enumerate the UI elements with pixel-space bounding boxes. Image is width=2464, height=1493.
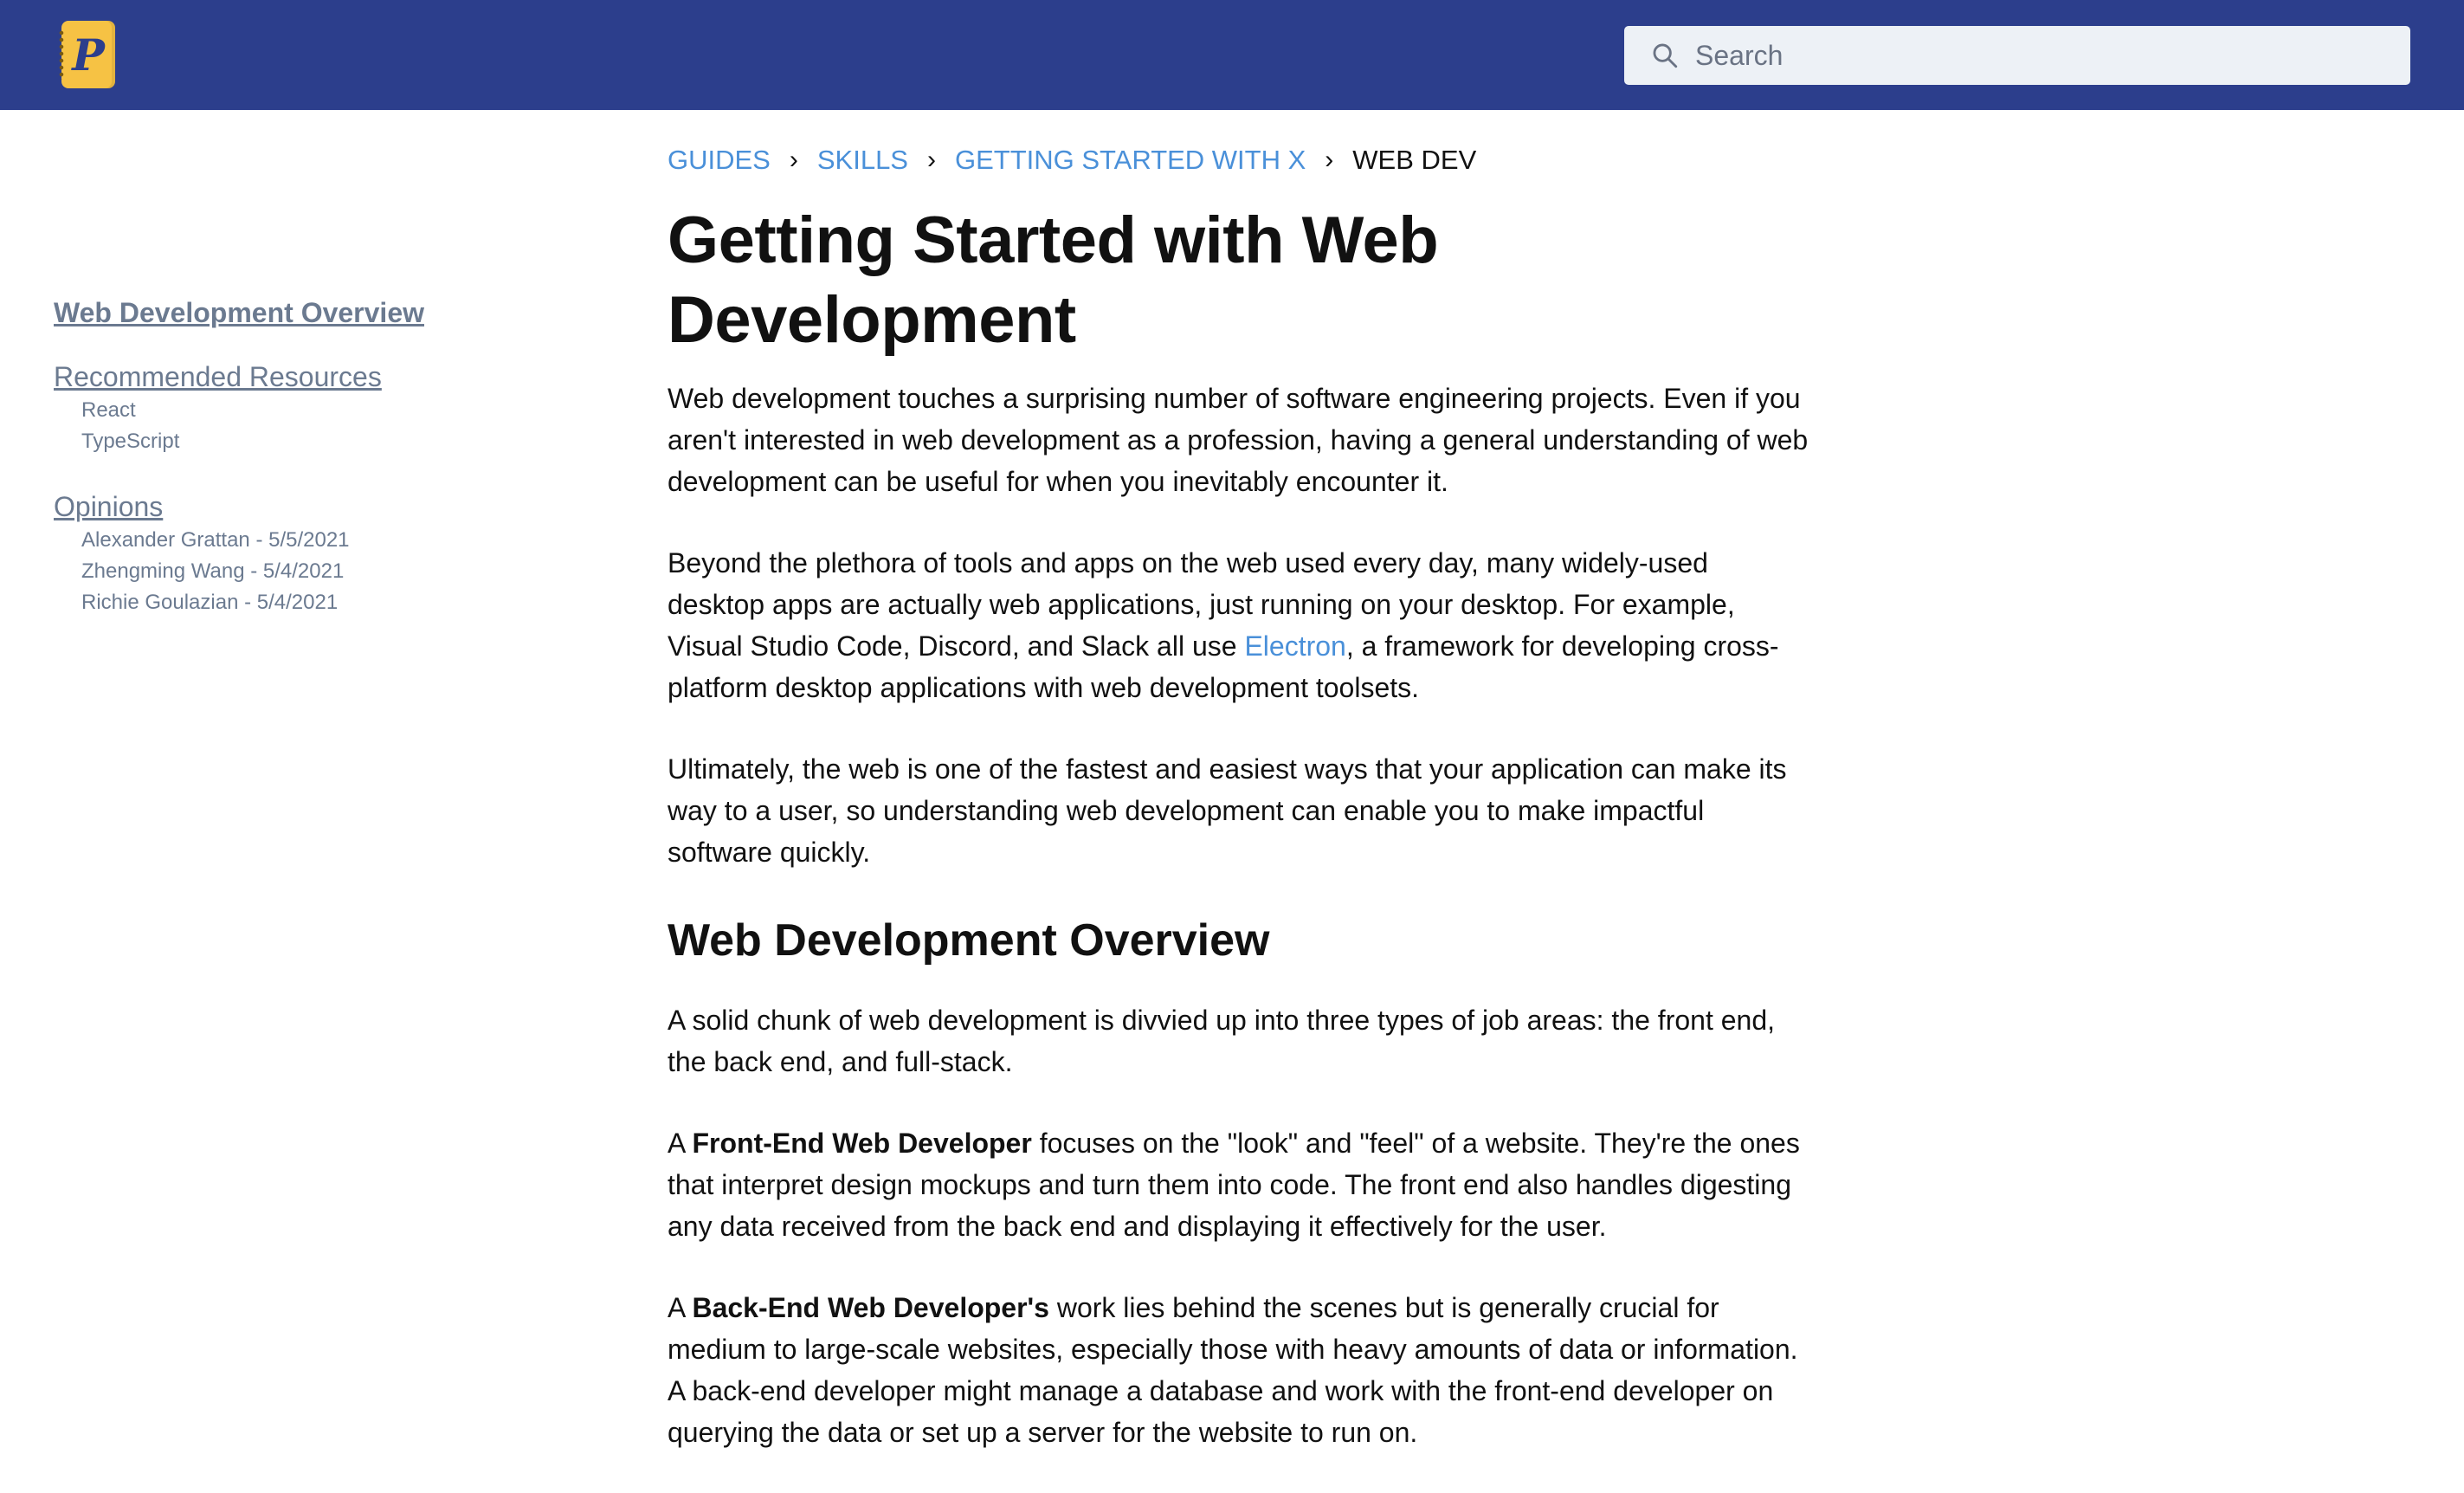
chevron-right-icon: › (926, 145, 936, 174)
toc-link-react[interactable]: React (81, 395, 539, 426)
front-end-paragraph: A Front-End Web Developer focuses on the… (668, 1122, 1810, 1247)
back-end-term: Back-End Web Developer's (692, 1292, 1049, 1323)
back-end-prefix: A (668, 1292, 693, 1323)
front-end-term: Front-End Web Developer (692, 1128, 1032, 1159)
toc-link-opinion-alexander-grattan[interactable]: Alexander Grattan - 5/5/2021 (81, 525, 539, 556)
chevron-right-icon: › (1325, 145, 1334, 174)
toc-link-web-development-overview[interactable]: Web Development Overview (54, 294, 539, 331)
top-navbar: P (0, 0, 2464, 110)
search-box[interactable] (1624, 26, 2410, 85)
page-title: Getting Started with Web Development (668, 204, 1439, 357)
overview-paragraph: A solid chunk of web development is divv… (668, 1005, 1775, 1077)
logo[interactable]: P (58, 21, 115, 88)
toc-link-opinion-zhengming-wang[interactable]: Zhengming Wang - 5/4/2021 (81, 556, 539, 587)
toc-link-opinion-richie-goulazian[interactable]: Richie Goulazian - 5/4/2021 (81, 587, 539, 618)
back-end-paragraph: A Back-End Web Developer's work lies beh… (668, 1287, 1810, 1453)
toc-link-recommended-resources[interactable]: Recommended Resources (54, 359, 539, 395)
electron-link[interactable]: Electron (1244, 630, 1345, 662)
breadcrumb-getting-started-with-x[interactable]: GETTING STARTED WITH X (955, 139, 1306, 182)
search-icon (1653, 43, 1678, 68)
article: GUIDES › SKILLS › GETTING STARTED WITH X… (668, 139, 1810, 1493)
table-of-contents: Web Development Overview Recommended Res… (54, 294, 539, 650)
breadcrumb-guides[interactable]: GUIDES (668, 139, 771, 182)
search-input[interactable] (1695, 29, 2370, 81)
section-heading-overview: Web Development Overview (668, 915, 1270, 966)
intro-paragraph-2: Beyond the plethora of tools and apps on… (668, 542, 1810, 708)
toc-group-opinions: Opinions Alexander Grattan - 5/5/2021 Zh… (54, 488, 539, 618)
toc-link-typescript[interactable]: TypeScript (81, 426, 539, 457)
toc-link-opinions[interactable]: Opinions (54, 488, 539, 525)
toc-group-overview: Web Development Overview (54, 294, 539, 331)
chevron-right-icon: › (789, 145, 798, 174)
breadcrumb-skills[interactable]: SKILLS (817, 139, 908, 182)
intro-paragraph-1: Web development touches a surprising num… (668, 383, 1809, 497)
breadcrumb: GUIDES › SKILLS › GETTING STARTED WITH X… (668, 139, 1810, 182)
breadcrumb-current: WEB DEV (1352, 145, 1477, 175)
toc-group-resources: Recommended Resources React TypeScript (54, 359, 539, 457)
logo-letter: P (72, 29, 105, 81)
front-end-prefix: A (668, 1128, 693, 1159)
intro-paragraph-3: Ultimately, the web is one of the fastes… (668, 753, 1787, 868)
